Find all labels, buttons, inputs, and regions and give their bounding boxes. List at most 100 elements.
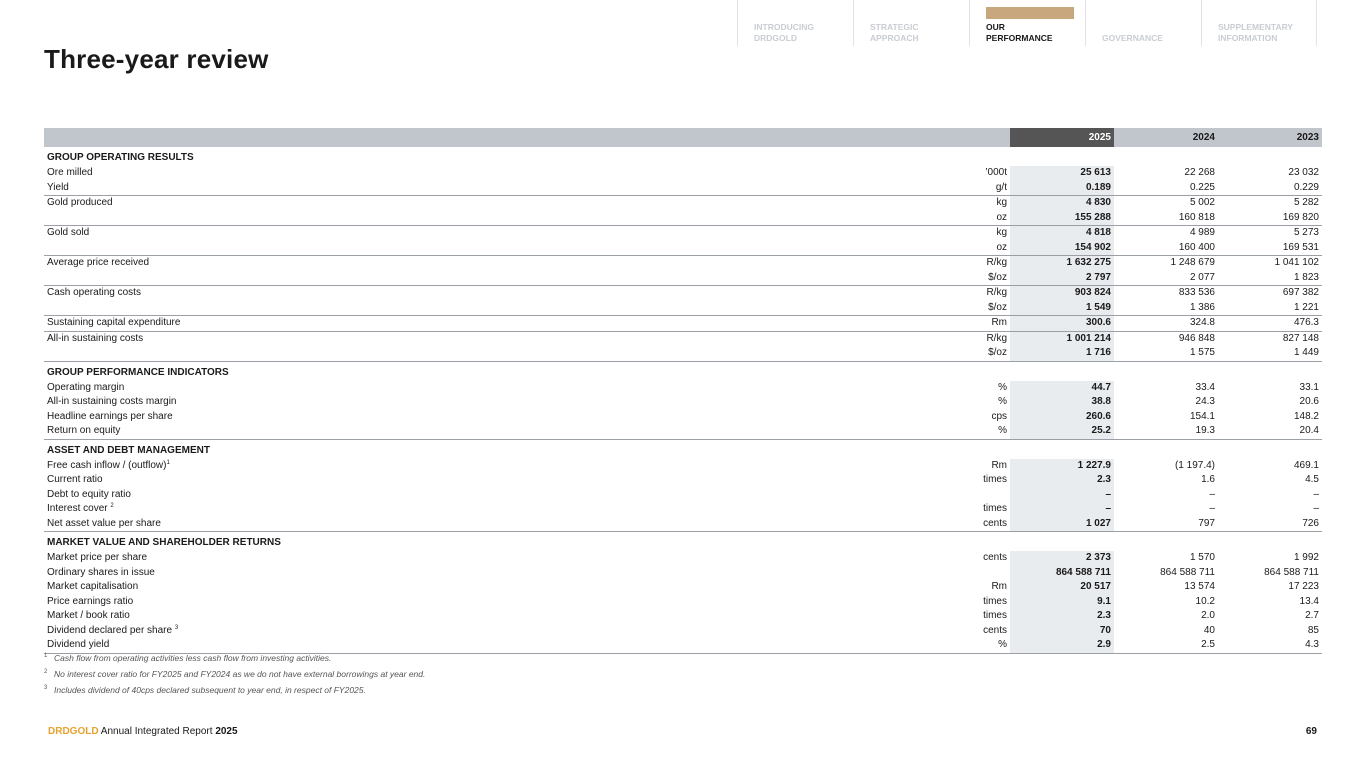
- row-unit: R/kg: [986, 287, 1007, 298]
- row-label-cell: Debt to equity ratio: [44, 488, 906, 503]
- value-2025: 4 830: [1010, 195, 1114, 211]
- row-unit: Rm: [906, 315, 1010, 332]
- table-row: Net asset value per share cents 1 027 797 72…: [44, 516, 1322, 532]
- value-2025: –: [1010, 487, 1114, 502]
- row-unit: times: [983, 474, 1007, 485]
- table-row: Headline earnings per share cps 260.6 154.1…: [44, 409, 1322, 424]
- row-label-cell: Price earnings ratio: [44, 595, 906, 610]
- value-2024: 13 574: [1184, 581, 1215, 592]
- table-row: Cash operating costs R/kg 903 824 833 536 69…: [44, 285, 1322, 301]
- row-label: Return on equity: [47, 425, 121, 436]
- value-2023: 827 148: [1282, 332, 1319, 344]
- value-2023: 1 449: [1218, 346, 1322, 362]
- value-2025: 25.2: [1010, 424, 1114, 440]
- row-label-cell: [44, 240, 906, 256]
- table-row: Price earnings ratio times 9.1 10.2 13.4: [44, 594, 1322, 610]
- value-2024: 1.6: [1201, 474, 1215, 485]
- row-unit: $/oz: [906, 300, 1010, 316]
- value-2025: 1 001 214: [1010, 331, 1114, 346]
- value-2025: 260.6: [1010, 409, 1114, 424]
- value-2023: 1 041 102: [1274, 257, 1320, 268]
- footnote-number: 1: [44, 653, 48, 659]
- row-unit: times: [983, 503, 1007, 514]
- value-2023: 17 223: [1288, 581, 1319, 592]
- table-row: Debt to equity ratio – – –: [44, 487, 1322, 503]
- row-label-cell: Return on equity: [44, 424, 906, 440]
- row-label: Yield: [47, 181, 69, 193]
- row-unit: Rm: [991, 581, 1007, 592]
- value-2025: 300.6: [1010, 315, 1114, 332]
- value-2025: 38.8: [1010, 395, 1114, 410]
- nav-tab-our-performance[interactable]: OUR PERFORMANCE: [969, 0, 1085, 46]
- footnotes: 1 Cash flow from operating activities les…: [44, 648, 944, 696]
- value-2024: 160 818: [1114, 210, 1218, 226]
- row-unit: %: [998, 381, 1007, 393]
- row-label-cell: [44, 270, 906, 286]
- column-header-2024: 2024: [1192, 132, 1215, 143]
- value-2025: 1 549: [1010, 300, 1114, 316]
- table-row: $/oz 1 549 1 386 1 221: [44, 300, 1322, 316]
- table-row: Ore milled ’000t 25 613 22 268 23 032: [44, 166, 1322, 181]
- value-2025: 154 902: [1010, 240, 1114, 256]
- row-label-cell: Gold sold: [44, 226, 906, 241]
- footnote-2: 2 No interest cover ratio for FY2025 and …: [44, 664, 944, 680]
- row-label-cell: Operating margin: [44, 381, 906, 396]
- value-2023: 4.3: [1218, 638, 1322, 654]
- page-number: 69: [1305, 726, 1317, 737]
- table-row: Yield g/t 0.189 0.225 0.229: [44, 180, 1322, 196]
- row-unit: kg: [996, 197, 1007, 208]
- table-row: All-in sustaining costs R/kg 1 001 214 946 …: [44, 331, 1322, 346]
- value-2023: –: [1313, 488, 1319, 500]
- row-unit: R/kg: [986, 257, 1007, 268]
- table-row: Average price received R/kg 1 632 275 1 248…: [44, 255, 1322, 271]
- value-2023: 169 820: [1218, 210, 1322, 226]
- row-label: Market capitalisation: [47, 581, 139, 592]
- section-title: GROUP PERFORMANCE INDICATORS: [47, 366, 229, 378]
- row-unit: kg: [996, 227, 1007, 238]
- row-label: Average price received: [47, 257, 150, 268]
- row-label: Sustaining capital expenditure: [47, 317, 181, 328]
- table-row: Sustaining capital expenditure Rm 300.6 324…: [44, 315, 1322, 332]
- table-row: oz 154 902 160 400 169 531: [44, 240, 1322, 256]
- report-footer: DRDGOLD Annual Integrated Report 2025: [48, 726, 238, 737]
- table-row: Market / book ratio times 2.3 2.0 2.7: [44, 609, 1322, 624]
- nav-tab-supplementary-information[interactable]: SUPPLEMENTARY INFORMATION: [1201, 0, 1317, 46]
- row-label-cell: Ordinary shares in issue: [44, 566, 906, 581]
- row-unit: ’000t: [985, 167, 1007, 178]
- three-year-review-table: 2025 2024 2023 GROUP OPERATING RESULTS Or…: [44, 128, 1322, 654]
- section-header-row: ASSET AND DEBT MANAGEMENT: [44, 439, 1322, 459]
- nav-tab-strategic-approach[interactable]: STRATEGIC APPROACH: [853, 0, 969, 46]
- row-label: Ore milled: [47, 167, 93, 178]
- value-2023: 33.1: [1299, 381, 1319, 393]
- column-header-2023: 2023: [1296, 132, 1319, 143]
- table-row: All-in sustaining costs margin% 38.8 24.3 2…: [44, 395, 1322, 410]
- value-2023: 1 823: [1218, 270, 1322, 286]
- row-label: Market / book ratio: [47, 610, 130, 621]
- value-2024: 33.4: [1195, 381, 1215, 393]
- value-2025: 2.9: [1010, 638, 1114, 654]
- value-2023: 5 273: [1293, 227, 1319, 238]
- value-2023: 148.2: [1293, 410, 1319, 422]
- value-2023: 697 382: [1282, 287, 1319, 298]
- value-2023: 0.229: [1218, 180, 1322, 196]
- nav-tab-introducing-drdgold[interactable]: INTRODUCING DRDGOLD: [737, 0, 853, 46]
- value-2025: 2 373: [1010, 551, 1114, 566]
- header-unit-spacer: [906, 128, 1010, 147]
- nav-tab-label: STRATEGIC APPROACH: [870, 22, 919, 43]
- row-unit: cents: [983, 552, 1007, 563]
- value-2024: –: [1209, 503, 1215, 514]
- table-header-row: 2025 2024 2023: [44, 128, 1322, 147]
- nav-tab-governance[interactable]: GOVERNANCE: [1085, 0, 1201, 46]
- value-2023: 13.4: [1299, 595, 1319, 607]
- row-unit: [906, 566, 1010, 581]
- row-label-cell: Interest cover 2: [44, 502, 906, 517]
- page-title: Three-year review: [44, 44, 269, 74]
- row-label: All-in sustaining costs: [47, 332, 144, 344]
- row-label: Gold produced: [47, 197, 113, 208]
- header-label-spacer: [44, 128, 906, 147]
- footnote-reference: 3: [174, 624, 179, 631]
- table-body: GROUP OPERATING RESULTS Ore milled ’000t 25…: [44, 147, 1322, 654]
- row-unit: oz: [906, 240, 1010, 256]
- row-label-cell: Dividend declared per share 3: [44, 624, 906, 639]
- table-row: Gold sold kg 4 818 4 989 5 273: [44, 225, 1322, 241]
